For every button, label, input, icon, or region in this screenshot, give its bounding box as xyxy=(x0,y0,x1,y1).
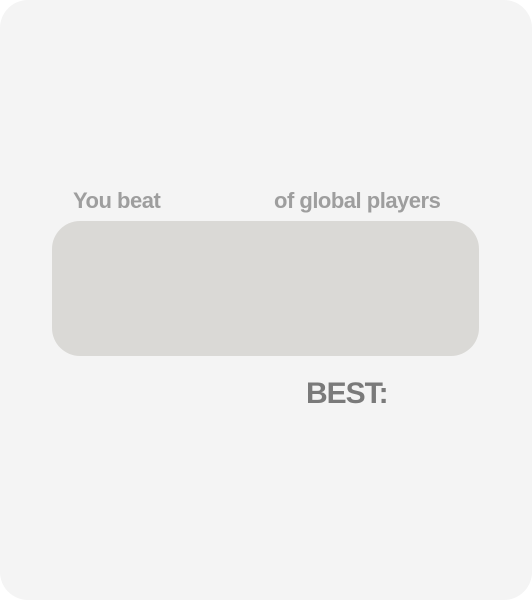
beat-suffix-text: of global players xyxy=(274,188,441,213)
beat-prefix-text: You beat xyxy=(73,188,161,213)
best-score-label: BEST: xyxy=(306,377,389,410)
result-panel: You beat of global players BEST: xyxy=(0,0,532,600)
score-box xyxy=(52,221,479,356)
